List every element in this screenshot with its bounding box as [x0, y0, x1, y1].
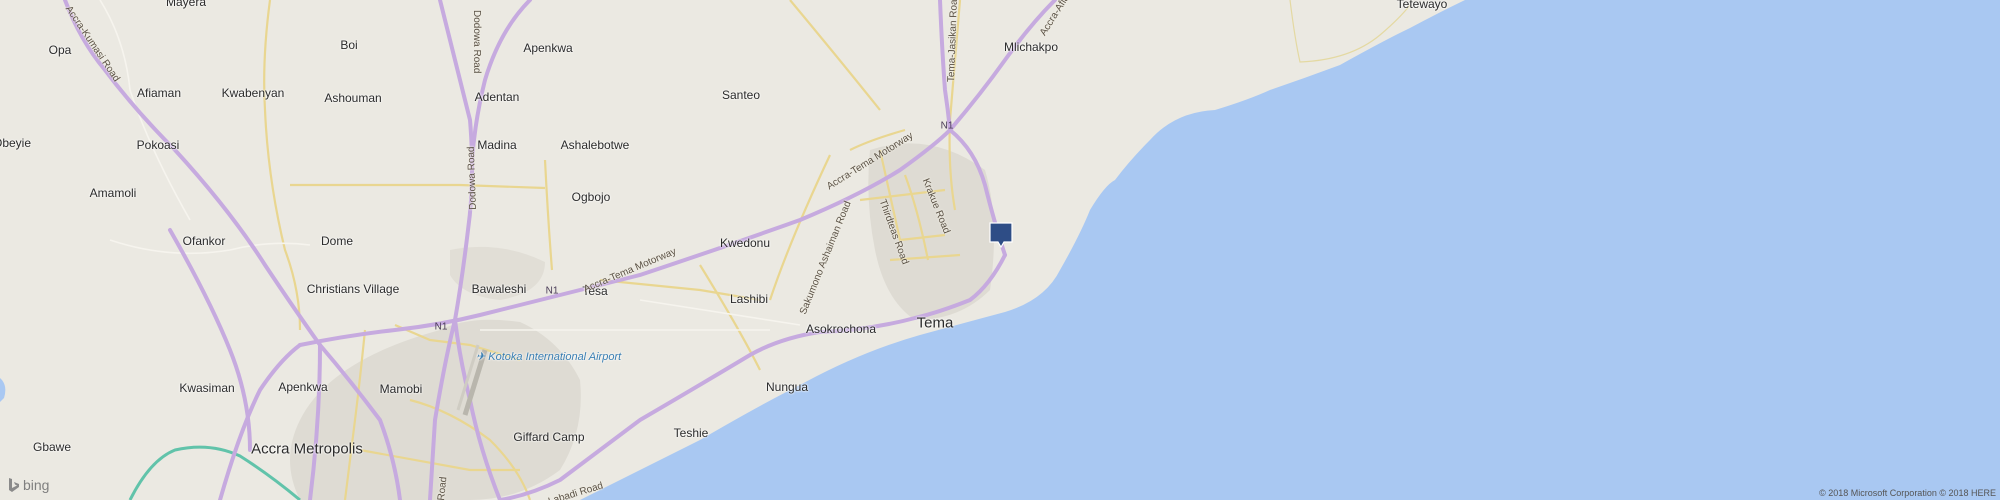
- place-label: Kwedonu: [719, 236, 771, 250]
- road-label: Dodowa Road: [465, 146, 479, 210]
- road-label: Dodowa Road: [471, 10, 482, 74]
- place-label: Accra Metropolis: [251, 440, 363, 458]
- place-label: Gbawe: [32, 440, 72, 454]
- place-label: Afiaman: [136, 86, 182, 100]
- highway-shield: N1: [545, 285, 559, 297]
- bing-logo[interactable]: bing: [8, 477, 49, 493]
- place-label: Mlichakpo: [1003, 40, 1059, 54]
- place-label: Mamobi: [379, 382, 423, 396]
- place-label: Boi: [340, 38, 358, 52]
- place-label: Opa: [48, 43, 72, 57]
- place-label: Kwasiman: [179, 381, 235, 395]
- place-label: Santeo: [721, 88, 761, 102]
- copyright-text: © 2018 Microsoft Corporation © 2018 HERE: [1819, 488, 1996, 498]
- place-label: Adentan: [474, 90, 520, 104]
- bing-icon: [9, 478, 19, 492]
- location-pin-icon[interactable]: [989, 222, 1013, 250]
- place-label: Ashalebotwe: [560, 138, 630, 152]
- place-label: Kwabenyan: [221, 86, 285, 100]
- place-label: Dome: [320, 234, 354, 248]
- place-label: Obeyie: [0, 136, 32, 150]
- highway-shield: N1: [434, 321, 448, 333]
- place-label: Apenkwa: [523, 41, 573, 55]
- place-label: Teshie: [673, 426, 709, 440]
- place-label: Christians Village: [306, 282, 400, 296]
- place-label: Ogbojo: [571, 190, 611, 204]
- airplane-icon: ✈: [476, 351, 486, 363]
- place-label: Ashouman: [324, 91, 382, 105]
- place-label: Madina: [477, 138, 517, 152]
- place-label: Bawaleshi: [471, 282, 527, 296]
- map-view[interactable]: Mayera Opa Boi Apenkwa Mlichakpo Teteway…: [0, 0, 2000, 500]
- airport-label: ✈ Kotoka International Airport: [476, 351, 622, 363]
- place-label: Asokrochona: [805, 322, 877, 336]
- place-label: Pokoasi: [136, 138, 180, 152]
- place-label: Lashibi: [729, 292, 769, 306]
- place-label: Tema: [916, 314, 954, 332]
- place-label: Mayera: [165, 0, 207, 9]
- place-label: Ofankor: [182, 234, 226, 248]
- road-label: Road: [436, 476, 450, 500]
- place-label: Apenkwa: [278, 380, 328, 394]
- place-label: Tetewayo: [1396, 0, 1448, 11]
- map-canvas: [0, 0, 2000, 500]
- place-label: Nungua: [765, 380, 809, 394]
- place-label: Giffard Camp: [513, 430, 585, 444]
- highway-shield: N1: [940, 120, 954, 132]
- place-label: Amamoli: [89, 186, 137, 200]
